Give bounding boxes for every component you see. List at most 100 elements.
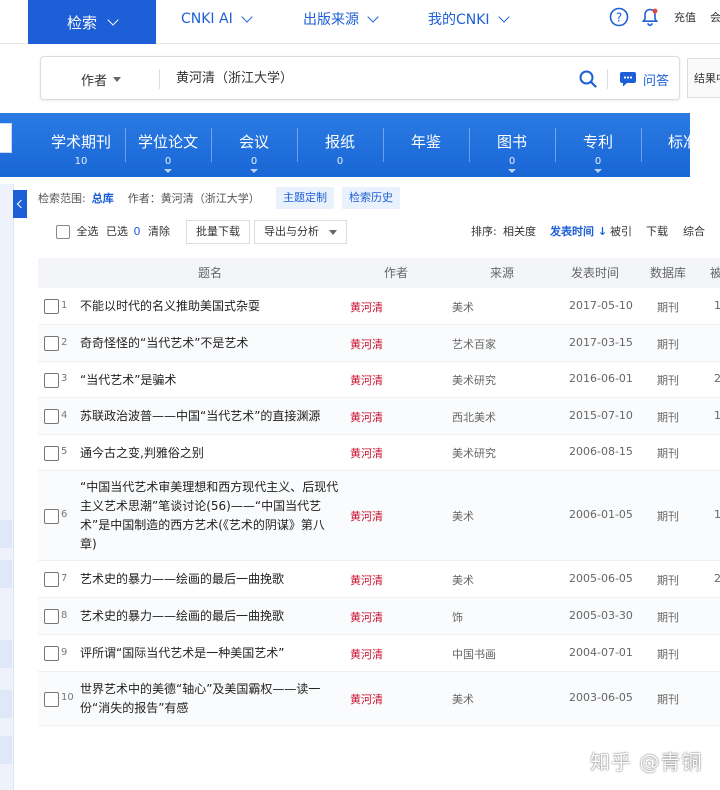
nav-item-sources[interactable]: 出版来源 (303, 0, 379, 38)
field-select-label: 作者 (81, 73, 108, 89)
export-analysis-button[interactable]: 导出与分析 (254, 220, 347, 244)
sort-date[interactable]: 发表时间 ↓ (550, 218, 607, 246)
search-input[interactable]: 黄河清（浙江大学） (176, 57, 293, 101)
theme-custom-button[interactable]: 主题定制 (276, 187, 334, 209)
filter-stub[interactable] (0, 640, 12, 668)
select-all-checkbox[interactable]: 全选 (56, 218, 99, 246)
row-author-link[interactable]: 黄河清 (350, 572, 383, 588)
row-author-link[interactable]: 黄河清 (350, 646, 383, 662)
sort-overall[interactable]: 综合 (683, 218, 705, 246)
search-history-button[interactable]: 检索历史 (342, 187, 400, 209)
row-title-link[interactable]: 通今古之变,判雅俗之别 (80, 444, 340, 463)
clear-button[interactable]: 清除 (148, 218, 170, 246)
row-checkbox[interactable] (44, 572, 59, 587)
row-date: 2015-07-10 (569, 408, 633, 422)
row-checkbox[interactable] (44, 691, 59, 707)
row-title-link[interactable]: 世界艺术中的美德“轴心”及美国霸权——读一份“消失的报告”有感 (80, 680, 340, 718)
recharge-link[interactable]: 充值 (674, 0, 696, 34)
row-source-link[interactable]: 饰 (452, 609, 463, 625)
filter-stub[interactable] (0, 520, 12, 548)
row-title-link[interactable]: “当代艺术”是骗术 (80, 371, 340, 390)
row-cited-count[interactable]: 1 (714, 409, 720, 422)
row-author-link[interactable]: 黄河清 (350, 299, 383, 315)
filter-stub[interactable] (0, 560, 12, 588)
sort-downloads[interactable]: 下载 (646, 218, 668, 246)
results-table-header: 题名 作者 来源 发表时间 数据库 被 (38, 258, 720, 288)
row-title-link[interactable]: 评所谓“国际当代艺术是一种美国艺术” (80, 644, 340, 663)
col-date: 发表时间 (571, 266, 620, 280)
row-source-link[interactable]: 美术 (452, 299, 474, 315)
chevron-down-icon (367, 11, 379, 23)
row-author-link[interactable]: 黄河清 (350, 508, 383, 524)
row-cited-count[interactable]: 1 (714, 299, 720, 312)
tab-yearbooks[interactable]: 年鉴 (383, 113, 469, 177)
row-checkbox[interactable] (44, 445, 59, 461)
row-source-link[interactable]: 中国书画 (452, 646, 496, 662)
search-in-results-button[interactable]: 结果中 (687, 58, 720, 98)
chevron-down-icon (107, 14, 119, 26)
row-checkbox[interactable] (44, 336, 59, 351)
row-checkbox[interactable] (44, 646, 59, 661)
tab-theses[interactable]: 学位论文 0 (125, 113, 211, 177)
scope-prefix: 检索范围: (38, 192, 86, 205)
tab-standards[interactable]: 标准 (641, 113, 690, 177)
nav-search-tab[interactable]: 检索 (28, 0, 156, 44)
search-icon[interactable] (579, 70, 597, 88)
row-cited-count[interactable]: 2 (714, 372, 720, 385)
category-left-edge (0, 123, 12, 153)
row-author-link[interactable]: 黄河清 (350, 336, 383, 352)
row-number: 10 (61, 692, 74, 703)
row-author-link[interactable]: 黄河清 (350, 409, 383, 425)
row-database: 期刊 (657, 647, 679, 661)
row-source-link[interactable]: 美术 (452, 691, 474, 707)
tab-patents[interactable]: 专利 0 (555, 113, 641, 177)
row-author-link[interactable]: 黄河清 (350, 372, 383, 388)
nav-item-my-cnki[interactable]: 我的CNKI (428, 0, 510, 38)
filter-stub[interactable] (0, 690, 12, 718)
row-title-link[interactable]: 艺术史的暴力——绘画的最后一曲挽歌 (80, 607, 340, 626)
row-source-link[interactable]: 美术 (452, 508, 474, 524)
tab-newspapers[interactable]: 报纸 0 (297, 113, 383, 177)
row-cited-count[interactable]: 2 (714, 572, 720, 585)
row-source-link[interactable]: 美术 (452, 572, 474, 588)
row-title-link[interactable]: 不能以时代的名义推助美国式杂耍 (80, 297, 340, 316)
tab-journals[interactable]: 学术期刊 10 (38, 113, 124, 177)
nav-item-label: CNKI AI (181, 11, 233, 27)
row-checkbox[interactable] (44, 372, 59, 388)
qa-button[interactable]: 问答 (619, 57, 669, 101)
row-title-link[interactable]: 艺术史的暴力——绘画的最后一曲挽歌 (80, 570, 340, 589)
nav-item-label: 我的CNKI (428, 12, 490, 28)
row-author-link[interactable]: 黄河清 (350, 609, 383, 625)
nav-more[interactable]: 会 (710, 0, 720, 34)
tab-conferences[interactable]: 会议 0 (211, 113, 297, 177)
row-checkbox[interactable] (44, 409, 59, 424)
sort-date-label: 发表时间 (550, 225, 594, 238)
tab-count: 10 (74, 156, 88, 167)
filter-stub[interactable] (0, 736, 12, 764)
bell-icon[interactable] (640, 0, 660, 34)
row-author-link[interactable]: 黄河清 (350, 445, 383, 461)
table-row: 2 奇奇怪怪的“当代艺术”不是艺术 黄河清 艺术百家 2017-03-15 期刊 (38, 325, 720, 362)
collapse-panel-button[interactable] (13, 190, 27, 218)
row-author-link[interactable]: 黄河清 (350, 691, 383, 707)
row-checkbox[interactable] (44, 609, 59, 624)
batch-download-button[interactable]: 批量下载 (186, 220, 250, 244)
row-source-link[interactable]: 美术研究 (452, 445, 496, 461)
sort-cited[interactable]: 被引 (610, 218, 632, 246)
checkbox[interactable] (56, 225, 70, 239)
help-icon[interactable]: ? (609, 0, 629, 34)
row-title-link[interactable]: 苏联政治波普——中国“当代艺术”的直接渊源 (80, 407, 340, 426)
row-checkbox[interactable] (44, 508, 59, 524)
scope-library[interactable]: 总库 (92, 190, 114, 206)
row-cited-count[interactable]: 1 (714, 508, 720, 521)
row-title-link[interactable]: “中国当代艺术审美理想和西方现代主义、后现代主义艺术思潮”笔谈讨论(56)——“… (80, 478, 340, 554)
row-title-link[interactable]: 奇奇怪怪的“当代艺术”不是艺术 (80, 334, 340, 353)
row-checkbox[interactable] (44, 299, 59, 314)
row-source-link[interactable]: 西北美术 (452, 409, 496, 425)
field-select[interactable]: 作者 (81, 57, 122, 101)
sort-relevance[interactable]: 相关度 (503, 218, 536, 246)
tab-books[interactable]: 图书 0 (469, 113, 555, 177)
nav-item-cnki-ai[interactable]: CNKI AI (181, 0, 253, 38)
row-source-link[interactable]: 艺术百家 (452, 336, 496, 352)
row-source-link[interactable]: 美术研究 (452, 372, 496, 388)
